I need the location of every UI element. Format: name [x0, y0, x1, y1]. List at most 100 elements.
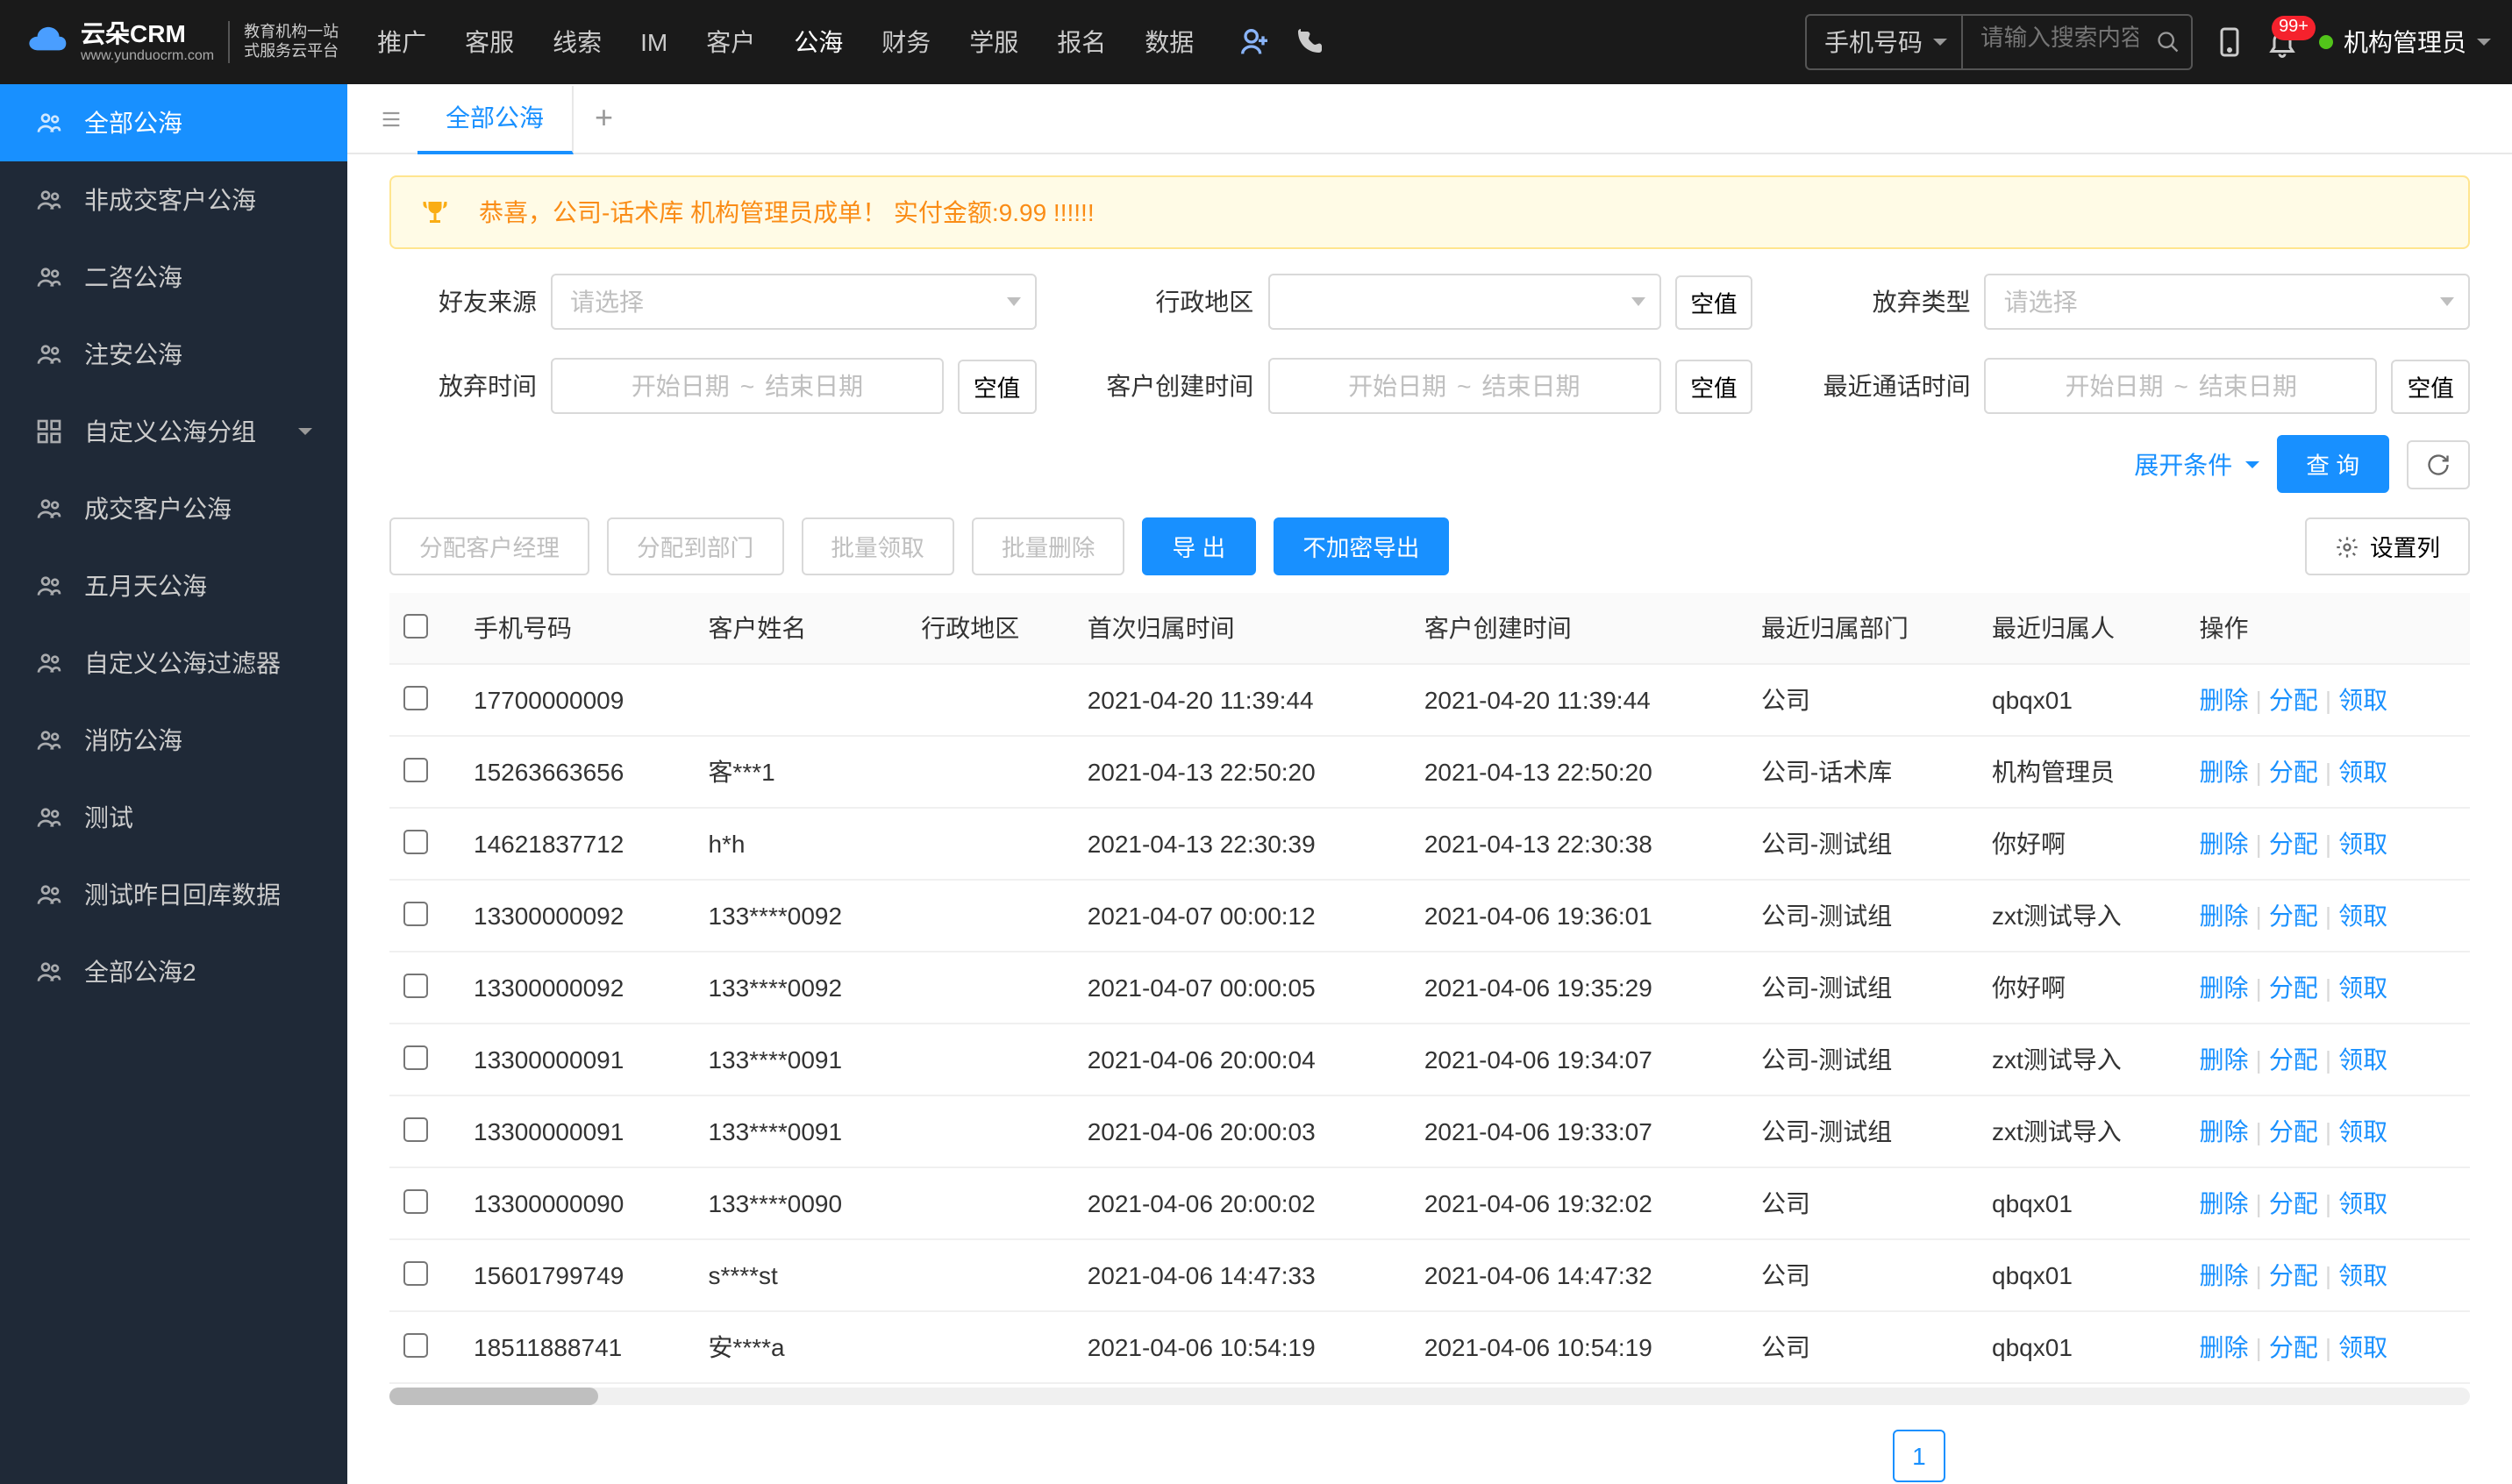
sidebar-item-6[interactable]: 五月天公海 [0, 547, 347, 624]
nav-item-0[interactable]: 推广 [374, 18, 430, 67]
row-checkbox[interactable] [403, 1188, 428, 1213]
sidebar-item-9[interactable]: 测试 [0, 779, 347, 856]
reload-button[interactable] [2407, 439, 2470, 489]
assign-link[interactable]: 分配 [2269, 1117, 2318, 1145]
user-menu[interactable]: 机构管理员 [2319, 25, 2491, 60]
set-columns-button[interactable]: 设置列 [2305, 517, 2470, 575]
batch-claim-button[interactable]: 批量领取 [801, 517, 954, 575]
claim-link[interactable]: 领取 [2338, 1117, 2387, 1145]
delete-link[interactable]: 删除 [2200, 974, 2249, 1002]
assign-link[interactable]: 分配 [2269, 686, 2318, 714]
search-type-select[interactable]: 手机号码 [1807, 16, 1963, 68]
add-user-icon[interactable] [1225, 25, 1281, 60]
sidebar-item-1[interactable]: 非成交客户公海 [0, 161, 347, 239]
expand-filters-link[interactable]: 展开条件 [2134, 446, 2259, 482]
claim-link[interactable]: 领取 [2338, 1045, 2387, 1074]
nav-item-7[interactable]: 学服 [966, 18, 1022, 67]
empty-value-button[interactable]: 空值 [2392, 359, 2470, 413]
nav-item-8[interactable]: 报名 [1053, 18, 1110, 67]
assign-link[interactable]: 分配 [2269, 902, 2318, 930]
empty-value-button[interactable]: 空值 [1674, 275, 1752, 329]
empty-value-button[interactable]: 空值 [1674, 359, 1752, 413]
assign-link[interactable]: 分配 [2269, 1189, 2318, 1217]
query-button[interactable]: 查 询 [2276, 435, 2389, 493]
page-number[interactable]: 1 [1893, 1430, 1945, 1482]
nav-item-3[interactable]: IM [637, 21, 671, 63]
row-checkbox[interactable] [403, 901, 428, 925]
create-time-range[interactable]: 开始日期~结束日期 [1267, 358, 1660, 414]
assign-link[interactable]: 分配 [2269, 974, 2318, 1002]
assign-link[interactable]: 分配 [2269, 1261, 2318, 1289]
sidebar-item-label: 二咨公海 [84, 260, 182, 295]
sidebar-item-4[interactable]: 自定义公海分组 [0, 393, 347, 470]
claim-link[interactable]: 领取 [2338, 686, 2387, 714]
assign-link[interactable]: 分配 [2269, 830, 2318, 858]
claim-link[interactable]: 领取 [2338, 974, 2387, 1002]
delete-link[interactable]: 删除 [2200, 1117, 2249, 1145]
delete-link[interactable]: 删除 [2200, 830, 2249, 858]
delete-link[interactable]: 删除 [2200, 1261, 2249, 1289]
sidebar-item-2[interactable]: 二咨公海 [0, 239, 347, 316]
nav-item-4[interactable]: 客户 [703, 18, 759, 67]
nav-item-1[interactable]: 客服 [461, 18, 517, 67]
empty-value-button[interactable]: 空值 [958, 359, 1036, 413]
claim-link[interactable]: 领取 [2338, 758, 2387, 786]
search-icon[interactable] [2156, 30, 2180, 54]
abandon-type-select[interactable]: 请选择 [1985, 274, 2470, 330]
phone-icon[interactable] [1281, 26, 1334, 58]
delete-link[interactable]: 删除 [2200, 1333, 2249, 1361]
delete-link[interactable]: 删除 [2200, 758, 2249, 786]
sidebar-item-11[interactable]: 全部公海2 [0, 933, 347, 1010]
nav-item-2[interactable]: 线索 [549, 18, 605, 67]
nav-item-5[interactable]: 公海 [790, 18, 846, 67]
claim-link[interactable]: 领取 [2338, 902, 2387, 930]
friend-source-select[interactable]: 请选择 [551, 274, 1036, 330]
bell-icon[interactable]: 99+ [2266, 26, 2298, 58]
export-plain-button[interactable]: 不加密导出 [1273, 517, 1449, 575]
mobile-icon[interactable] [2214, 26, 2245, 58]
sidebar-item-8[interactable]: 消防公海 [0, 702, 347, 779]
tab-all-public[interactable]: 全部公海 [417, 85, 574, 153]
row-checkbox[interactable] [403, 829, 428, 853]
claim-link[interactable]: 领取 [2338, 1261, 2387, 1289]
admin-region-select[interactable] [1267, 274, 1660, 330]
cell-created: 2021-04-13 22:30:38 [1410, 808, 1747, 880]
recent-call-range[interactable]: 开始日期~结束日期 [1985, 358, 2378, 414]
row-checkbox[interactable] [403, 1117, 428, 1141]
delete-link[interactable]: 删除 [2200, 1045, 2249, 1074]
delete-link[interactable]: 删除 [2200, 686, 2249, 714]
cell-ops: 删除|分配|领取 [2186, 952, 2470, 1024]
select-all-checkbox[interactable] [403, 613, 428, 638]
abandon-time-range[interactable]: 开始日期~结束日期 [551, 358, 944, 414]
sidebar-item-3[interactable]: 注安公海 [0, 316, 347, 393]
tab-add-icon[interactable]: + [574, 100, 634, 137]
sidebar-item-5[interactable]: 成交客户公海 [0, 470, 347, 547]
nav-item-9[interactable]: 数据 [1141, 18, 1197, 67]
sidebar-item-0[interactable]: 全部公海 [0, 84, 347, 161]
row-checkbox[interactable] [403, 757, 428, 781]
claim-link[interactable]: 领取 [2338, 1189, 2387, 1217]
row-checkbox[interactable] [403, 973, 428, 997]
assign-link[interactable]: 分配 [2269, 1045, 2318, 1074]
row-checkbox[interactable] [403, 1045, 428, 1069]
assign-manager-button[interactable]: 分配客户经理 [389, 517, 589, 575]
claim-link[interactable]: 领取 [2338, 830, 2387, 858]
row-checkbox[interactable] [403, 685, 428, 710]
delete-link[interactable]: 删除 [2200, 902, 2249, 930]
claim-link[interactable]: 领取 [2338, 1333, 2387, 1361]
assign-dept-button[interactable]: 分配到部门 [607, 517, 783, 575]
row-checkbox[interactable] [403, 1260, 428, 1285]
assign-link[interactable]: 分配 [2269, 758, 2318, 786]
assign-link[interactable]: 分配 [2269, 1333, 2318, 1361]
cell-ops: 删除|分配|领取 [2186, 1095, 2470, 1167]
export-button[interactable]: 导 出 [1142, 517, 1255, 575]
tabs-collapse-icon[interactable] [365, 106, 417, 131]
nav-item-6[interactable]: 财务 [878, 18, 934, 67]
delete-link[interactable]: 删除 [2200, 1189, 2249, 1217]
batch-delete-button[interactable]: 批量删除 [972, 517, 1125, 575]
horizontal-scrollbar[interactable] [389, 1388, 2470, 1405]
sidebar-item-10[interactable]: 测试昨日回库数据 [0, 856, 347, 933]
logo[interactable]: 云朵CRM www.yunduocrm.com 教育机构一站 式服务云平台 [21, 21, 339, 63]
sidebar-item-7[interactable]: 自定义公海过滤器 [0, 624, 347, 702]
row-checkbox[interactable] [403, 1332, 428, 1357]
